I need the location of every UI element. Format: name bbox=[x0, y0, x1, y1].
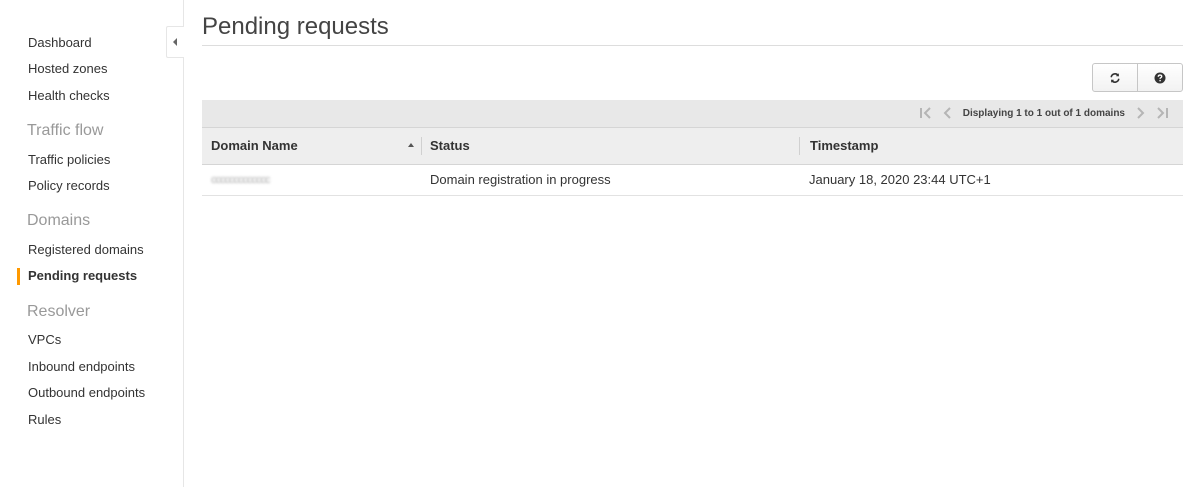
chevron-left-icon bbox=[943, 107, 951, 119]
column-header-timestamp[interactable]: Timestamp bbox=[810, 128, 878, 164]
help-button[interactable] bbox=[1137, 64, 1182, 91]
sidebar-item-rules[interactable]: Rules bbox=[28, 412, 61, 427]
chevron-left-icon bbox=[173, 38, 177, 46]
sidebar-item-vpcs[interactable]: VPCs bbox=[28, 332, 61, 347]
sidebar-item-pending-requests[interactable]: Pending requests bbox=[28, 268, 137, 283]
first-page-icon bbox=[919, 107, 931, 119]
sidebar-item-policy-records[interactable]: Policy records bbox=[28, 178, 110, 193]
sidebar-item-outbound-endpoints[interactable]: Outbound endpoints bbox=[28, 385, 145, 400]
title-divider bbox=[202, 45, 1183, 46]
pagination: Displaying 1 to 1 out of 1 domains bbox=[915, 106, 1173, 120]
column-header-domain-name[interactable]: Domain Name bbox=[211, 128, 298, 164]
first-page-button[interactable] bbox=[918, 106, 934, 120]
chevron-right-icon bbox=[1137, 107, 1145, 119]
help-icon bbox=[1154, 72, 1166, 83]
sidebar-item-traffic-policies[interactable]: Traffic policies bbox=[28, 152, 110, 167]
last-page-button[interactable] bbox=[1154, 106, 1170, 120]
sidebar-item-hosted-zones[interactable]: Hosted zones bbox=[28, 61, 108, 76]
section-title-domains: Domains bbox=[27, 212, 91, 229]
sort-ascending-icon bbox=[408, 143, 414, 147]
collapse-sidebar-button[interactable] bbox=[166, 26, 184, 58]
sidebar-item-health-checks[interactable]: Health checks bbox=[28, 88, 110, 103]
refresh-icon bbox=[1110, 72, 1120, 83]
refresh-button[interactable] bbox=[1093, 64, 1137, 91]
page-title: Pending requests bbox=[202, 13, 389, 40]
sidebar-item-inbound-endpoints[interactable]: Inbound endpoints bbox=[28, 359, 135, 374]
timestamp-cell: January 18, 2020 23:44 UTC+1 bbox=[809, 172, 991, 187]
sidebar: Dashboard Hosted zones Health checks Tra… bbox=[0, 0, 184, 487]
column-divider bbox=[799, 137, 800, 155]
sidebar-item-registered-domains[interactable]: Registered domains bbox=[28, 242, 144, 257]
pagination-text: Displaying 1 to 1 out of 1 domains bbox=[962, 107, 1125, 119]
toolbar bbox=[1092, 63, 1183, 92]
pagination-bar: Displaying 1 to 1 out of 1 domains bbox=[202, 100, 1183, 128]
column-header-status[interactable]: Status bbox=[430, 128, 470, 164]
previous-page-button[interactable] bbox=[940, 106, 956, 120]
last-page-icon bbox=[1157, 107, 1168, 119]
section-title-resolver: Resolver bbox=[27, 303, 91, 320]
sidebar-item-dashboard[interactable]: Dashboard bbox=[28, 35, 92, 50]
section-title-traffic-flow: Traffic flow bbox=[27, 122, 104, 139]
status-cell: Domain registration in progress bbox=[430, 172, 611, 187]
next-page-button[interactable] bbox=[1132, 106, 1148, 120]
table-header: Domain Name Status Timestamp bbox=[202, 128, 1183, 165]
table-row[interactable]: ccccccccccccc Domain registration in pro… bbox=[202, 165, 1183, 196]
domains-table: Displaying 1 to 1 out of 1 domains Domai… bbox=[202, 100, 1183, 196]
column-divider bbox=[421, 137, 422, 155]
domain-name-cell[interactable]: ccccccccccccc bbox=[211, 165, 270, 195]
active-indicator bbox=[17, 268, 20, 285]
